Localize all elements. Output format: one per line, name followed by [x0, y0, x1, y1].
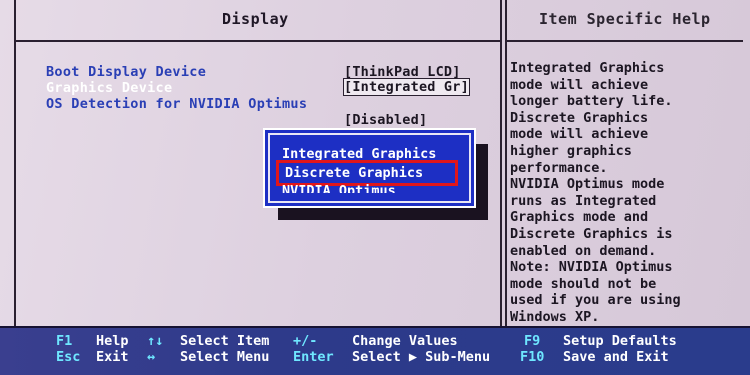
pane-title: Display: [222, 10, 289, 28]
help-line: mode should not be: [510, 275, 657, 292]
help-line: NVIDIA Optimus mode: [510, 176, 665, 193]
help-line: mode will achieve: [510, 76, 649, 93]
help-line: performance.: [510, 159, 608, 176]
help-line: Note: NVIDIA Optimus: [510, 259, 673, 276]
popup-option-nvidia-optimus[interactable]: NVIDIA Optimus: [282, 183, 396, 193]
help-text: Integrated Graphics mode will achieve lo…: [510, 60, 740, 326]
help-line: runs as Integrated: [510, 192, 657, 209]
help-line: Graphics mode and: [510, 209, 649, 226]
f1-key[interactable]: F1: [56, 333, 72, 349]
help-line: Integrated Graphics: [510, 60, 665, 76]
menu-item-boot-display-device[interactable]: Boot Display Device: [46, 64, 206, 80]
change-values-label: Change Values: [352, 333, 458, 349]
left-right-arrows-icon[interactable]: ↔: [147, 349, 155, 365]
f9-key[interactable]: F9: [524, 333, 540, 349]
help-line: Windows XP.: [510, 308, 600, 325]
select-menu-label: Select Menu: [180, 349, 270, 365]
setup-defaults-label: Setup Defaults: [563, 333, 677, 349]
menu-item-graphics-device[interactable]: Graphics Device: [46, 80, 172, 96]
help-line: longer battery life.: [510, 93, 673, 110]
select-submenu-label: Select ▶ Sub-Menu: [352, 349, 491, 365]
bios-screen: Display Boot Display Device Graphics Dev…: [0, 0, 750, 375]
save-and-exit-label: Save and Exit: [563, 349, 669, 365]
popup-frame: Integrated Graphics Discrete Graphics NV…: [268, 133, 471, 203]
divider: [16, 40, 502, 42]
esc-key[interactable]: Esc: [56, 349, 80, 365]
help-line: Discrete Graphics is: [510, 225, 673, 242]
help-line: enabled on demand.: [510, 242, 657, 259]
exit-label: Exit: [96, 349, 129, 365]
menu-item-os-detection-nvidia-optimus[interactable]: OS Detection for NVIDIA Optimus: [46, 96, 307, 112]
value-boot-display-device[interactable]: [ThinkPad LCD]: [344, 64, 461, 80]
value-graphics-device[interactable]: [Integrated Gr]: [343, 78, 470, 96]
help-label: Help: [96, 333, 129, 349]
f10-key[interactable]: F10: [520, 349, 544, 365]
up-down-arrows-icon[interactable]: ↑↓: [147, 333, 163, 349]
divider: [507, 40, 743, 42]
help-line: higher graphics: [510, 142, 632, 159]
enter-key[interactable]: Enter: [293, 349, 334, 365]
graphics-device-popup: Integrated Graphics Discrete Graphics NV…: [263, 128, 476, 208]
help-line: used if you are using: [510, 292, 681, 309]
help-line: mode will achieve: [510, 126, 649, 143]
help-line: Discrete Graphics: [510, 109, 649, 126]
select-item-label: Select Item: [180, 333, 270, 349]
plus-minus-key[interactable]: +/-: [293, 333, 317, 349]
key-legend-bar: F1 Help Esc Exit ↑↓ Select Item ↔ Select…: [0, 326, 750, 375]
help-title: Item Specific Help: [539, 10, 711, 28]
value-os-detection-nvidia-optimus[interactable]: [Disabled]: [344, 112, 427, 128]
